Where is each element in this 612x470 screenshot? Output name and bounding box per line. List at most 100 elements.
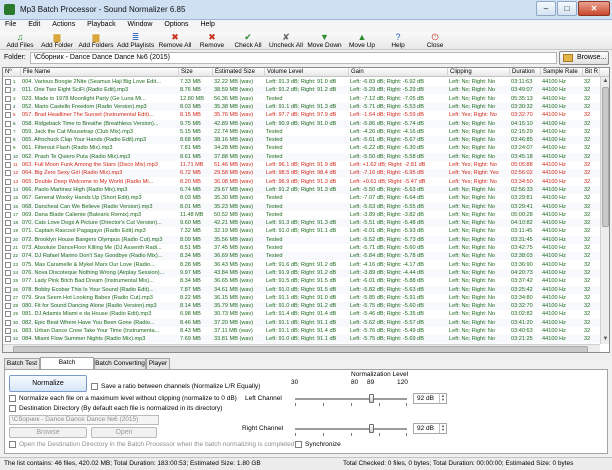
table-row[interactable]: 29 081. DJ Adamis Miami e da House (Radio… [3,310,600,318]
vertical-scrollbar[interactable]: ▲ ▼ [600,77,609,344]
table-row[interactable]: 10 062. Prash Te Quiero Puta (Radio Mix).… [3,152,600,161]
tab-batch-test[interactable]: Batch Test [4,358,40,369]
right-channel-track[interactable] [295,428,407,430]
normalize-button[interactable]: Normalize [9,375,87,392]
dest-dir-checkbox[interactable] [9,405,16,412]
table-row[interactable]: 16 068. Dancheat Can We Believe (Radio Ve… [3,202,600,211]
max-level-checkbox[interactable] [9,395,16,402]
move-down-button[interactable]: ▼ Move Down [306,33,343,50]
table-row[interactable]: 25 077. Lady Pink Bitch Bad Dream (Instru… [3,277,600,285]
table-row[interactable]: 13 065. Double Deep Welcome to My World (… [3,178,600,186]
row-checkbox[interactable] [5,311,11,318]
row-checkbox[interactable] [5,294,11,301]
right-channel-value[interactable]: 92 dB ▲ ▼ [413,423,447,434]
table-row[interactable]: 14 066. Paolo Martinez High (Radio Mix).m… [3,185,600,194]
open-after-checkbox[interactable] [9,441,16,448]
scroll-up-icon[interactable]: ▲ [601,77,609,86]
table-row[interactable]: 11 063. Full Moon Funk Among the Stars (D… [3,161,600,169]
horizontal-scroll-thumb[interactable] [13,346,588,352]
table-row[interactable]: 27 079. Siva Seem Hot Looking Babes (Radi… [3,294,600,302]
horizontal-scrollbar[interactable] [3,344,600,352]
column-header[interactable]: Clipping [448,68,510,77]
row-checkbox[interactable] [5,328,11,334]
row-checkbox[interactable] [5,220,11,227]
row-checkbox[interactable] [5,128,11,135]
row-checkbox[interactable] [5,319,11,326]
row-checkbox[interactable] [5,178,11,185]
row-checkbox[interactable] [5,211,11,218]
right-channel-slider-thumb[interactable] [369,424,375,433]
table-row[interactable]: 22 074. DJ Rafael Marino Don't Say Goodby… [3,252,600,261]
column-header[interactable]: Sample Rate [541,68,583,77]
row-checkbox[interactable] [5,269,11,276]
row-checkbox[interactable] [5,153,11,160]
file-list[interactable]: Nº File Name Size Estimated Size Volume Leve… [2,67,610,353]
table-row[interactable]: 12 064. Big Zero Sexy Girl (Radio Mix).mp… [3,169,600,178]
remove-all-button[interactable]: ✖ Remove All [156,33,194,50]
tab-player[interactable]: Player [146,358,170,369]
maximize-button[interactable]: □ [557,1,577,16]
row-checkbox[interactable] [5,186,11,193]
menu-actions[interactable]: Actions [47,20,80,28]
row-checkbox[interactable] [5,336,11,343]
column-header[interactable]: Gain [349,68,448,77]
menu-help[interactable]: Help [195,20,219,28]
row-checkbox[interactable] [5,236,11,243]
row-checkbox[interactable] [5,203,11,210]
row-checkbox[interactable] [5,261,11,268]
table-row[interactable]: 6 058. Ridgeback Time to Breathe (Breathl… [3,119,600,128]
synchronize-checkbox[interactable] [295,441,302,448]
row-checkbox[interactable] [5,112,11,119]
row-checkbox[interactable] [5,170,11,177]
column-header[interactable]: File Name [21,68,179,77]
row-checkbox[interactable] [5,303,11,310]
left-channel-track[interactable] [295,398,407,400]
dest-browse-button[interactable]: Browse [9,427,87,438]
menu-window[interactable]: Window [123,20,158,28]
check-all-button[interactable]: ✔ Check All [231,33,265,50]
uncheck-all-button[interactable]: ✘ Uncheck All [268,33,304,50]
left-channel-value[interactable]: 92 dB ▲ ▼ [413,393,447,404]
scroll-down-icon[interactable]: ▼ [601,335,609,344]
menu-playback[interactable]: Playback [82,20,120,28]
dest-open-button[interactable]: Open [91,427,157,438]
table-row[interactable]: 31 083. Urban Dance Crew Take Your Time (… [3,327,600,335]
table-row[interactable]: 26 078. Bobby Ecobar This Is Your Sound (… [3,285,600,294]
table-row[interactable]: 23 075. Mas Caramelle & Mykel Mars Our Lo… [3,261,600,269]
menu-file[interactable]: File [0,20,21,28]
row-checkbox[interactable] [5,103,11,110]
column-header[interactable]: Bit R [583,68,600,77]
remove-button[interactable]: ✖ Remove [197,33,227,50]
row-checkbox[interactable] [5,253,11,260]
add-folders-button[interactable]: ▆ Add Folders [77,33,115,50]
column-header[interactable]: Volume Level [265,68,349,77]
table-row[interactable]: 17 069. Dana Blade Caliente (Balearic Rem… [3,211,600,219]
add-playlists-button[interactable]: ≣ Add Playlists [117,33,154,50]
row-checkbox[interactable] [5,162,11,168]
tab-batch-normalizing[interactable]: Batch Normalizing [40,357,94,376]
dest-path-field[interactable]: \Сборник - Dance Dance Dance №6 (2015) [9,415,159,425]
table-row[interactable]: 19 071. Captain Rascool Pagagayo (Radio E… [3,227,600,235]
left-channel-slider-thumb[interactable] [369,394,375,403]
table-row[interactable]: 20 072. Brooklyn House Bangers Olympus (R… [3,235,600,244]
row-checkbox[interactable] [5,95,11,102]
row-checkbox[interactable] [5,228,11,235]
menu-edit[interactable]: Edit [23,20,45,28]
table-row[interactable]: 8 065. Afrochuck Clap Your Hands (Radio E… [3,136,600,145]
column-header[interactable]: Estimated Size [213,68,265,77]
row-checkbox[interactable] [5,195,11,202]
table-row[interactable]: 1 004. Various Boogie 2Nite (Seamus Haji … [3,78,600,86]
table-row[interactable]: 28 080. Fit for Sound Dancing Alone (Radi… [3,302,600,311]
vertical-scroll-thumb[interactable] [602,87,609,227]
row-checkbox[interactable] [5,79,11,85]
save-ratio-checkbox[interactable] [91,383,98,390]
table-row[interactable]: 4 052. Mario Castello Freedom (Radio Vers… [3,102,600,111]
table-row[interactable]: 9 061. Filterout Flash (Radio Mix).mp3 7.8… [3,144,600,152]
table-row[interactable]: 21 073. Absolute DanceFloor Killing Me (D… [3,244,600,252]
left-spinner-icon[interactable]: ▲ ▼ [439,394,446,403]
help-button[interactable]: ? Help [387,33,409,50]
row-checkbox[interactable] [5,245,11,251]
close-button[interactable]: ⏻ Close [424,33,446,50]
table-row[interactable]: 15 067. General Wooky Hands Up (Short Edi… [3,194,600,202]
column-header[interactable]: Size [179,68,213,77]
